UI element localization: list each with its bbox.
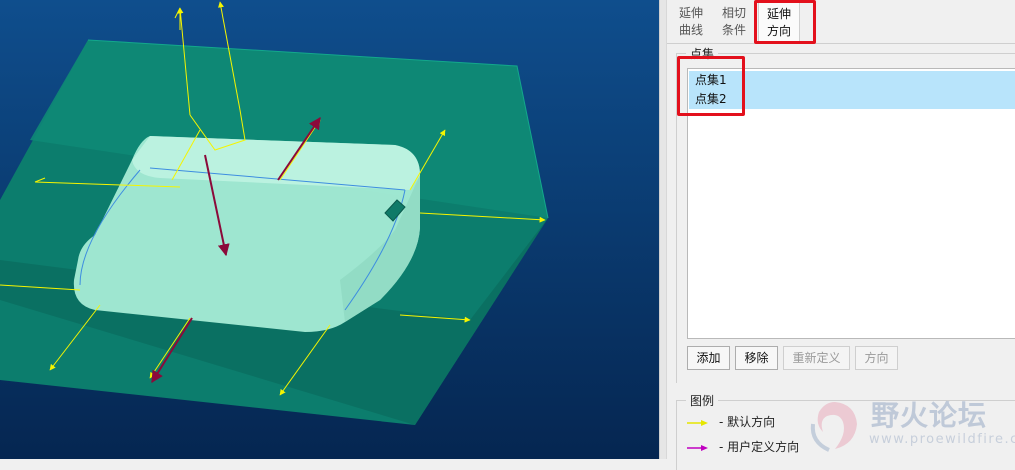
3d-viewport[interactable] xyxy=(0,0,659,459)
watermark-url: www.proewildfire.cn xyxy=(869,432,1015,447)
legend-default-direction: - 默认方向 xyxy=(687,414,775,430)
legend-default-label: - 默认方向 xyxy=(719,415,776,429)
panel-splitter[interactable] xyxy=(659,0,667,459)
watermark-title: 野火论坛 xyxy=(871,399,988,432)
tab-tangent-condition[interactable]: 相切 条件 xyxy=(716,2,752,42)
redefine-button[interactable]: 重新定义 xyxy=(783,346,850,370)
legend-group-title: 图例 xyxy=(686,392,719,409)
side-panel: 延伸 曲线 相切 条件 延伸 方向 点集 点集1 点集2 添加 移除 重新定义 … xyxy=(667,0,1015,470)
red-highlight-box-tab xyxy=(754,0,816,44)
magenta-arrow-icon xyxy=(687,444,708,451)
remove-button[interactable]: 移除 xyxy=(735,346,778,370)
direction-button[interactable]: 方向 xyxy=(855,346,898,370)
tab-extend-curve-line1: 延伸 xyxy=(678,6,703,20)
add-button[interactable]: 添加 xyxy=(687,346,730,370)
legend-user-direction: - 用户定义方向 xyxy=(687,439,799,455)
tab-tangent-condition-line2: 条件 xyxy=(721,23,746,37)
watermark: 野火论坛 www.proewildfire.cn xyxy=(805,392,1015,454)
legend-user-label: - 用户定义方向 xyxy=(719,440,800,454)
tab-strip-border xyxy=(667,43,1015,44)
tab-extend-curve[interactable]: 延伸 曲线 xyxy=(673,2,709,42)
red-highlight-box-list xyxy=(677,56,745,116)
tab-tangent-condition-line1: 相切 xyxy=(721,6,746,20)
tab-extend-curve-line2: 曲线 xyxy=(678,23,703,37)
yellow-arrow-icon xyxy=(687,419,708,426)
model-canvas[interactable] xyxy=(0,0,659,459)
watermark-logo-icon xyxy=(810,402,857,452)
